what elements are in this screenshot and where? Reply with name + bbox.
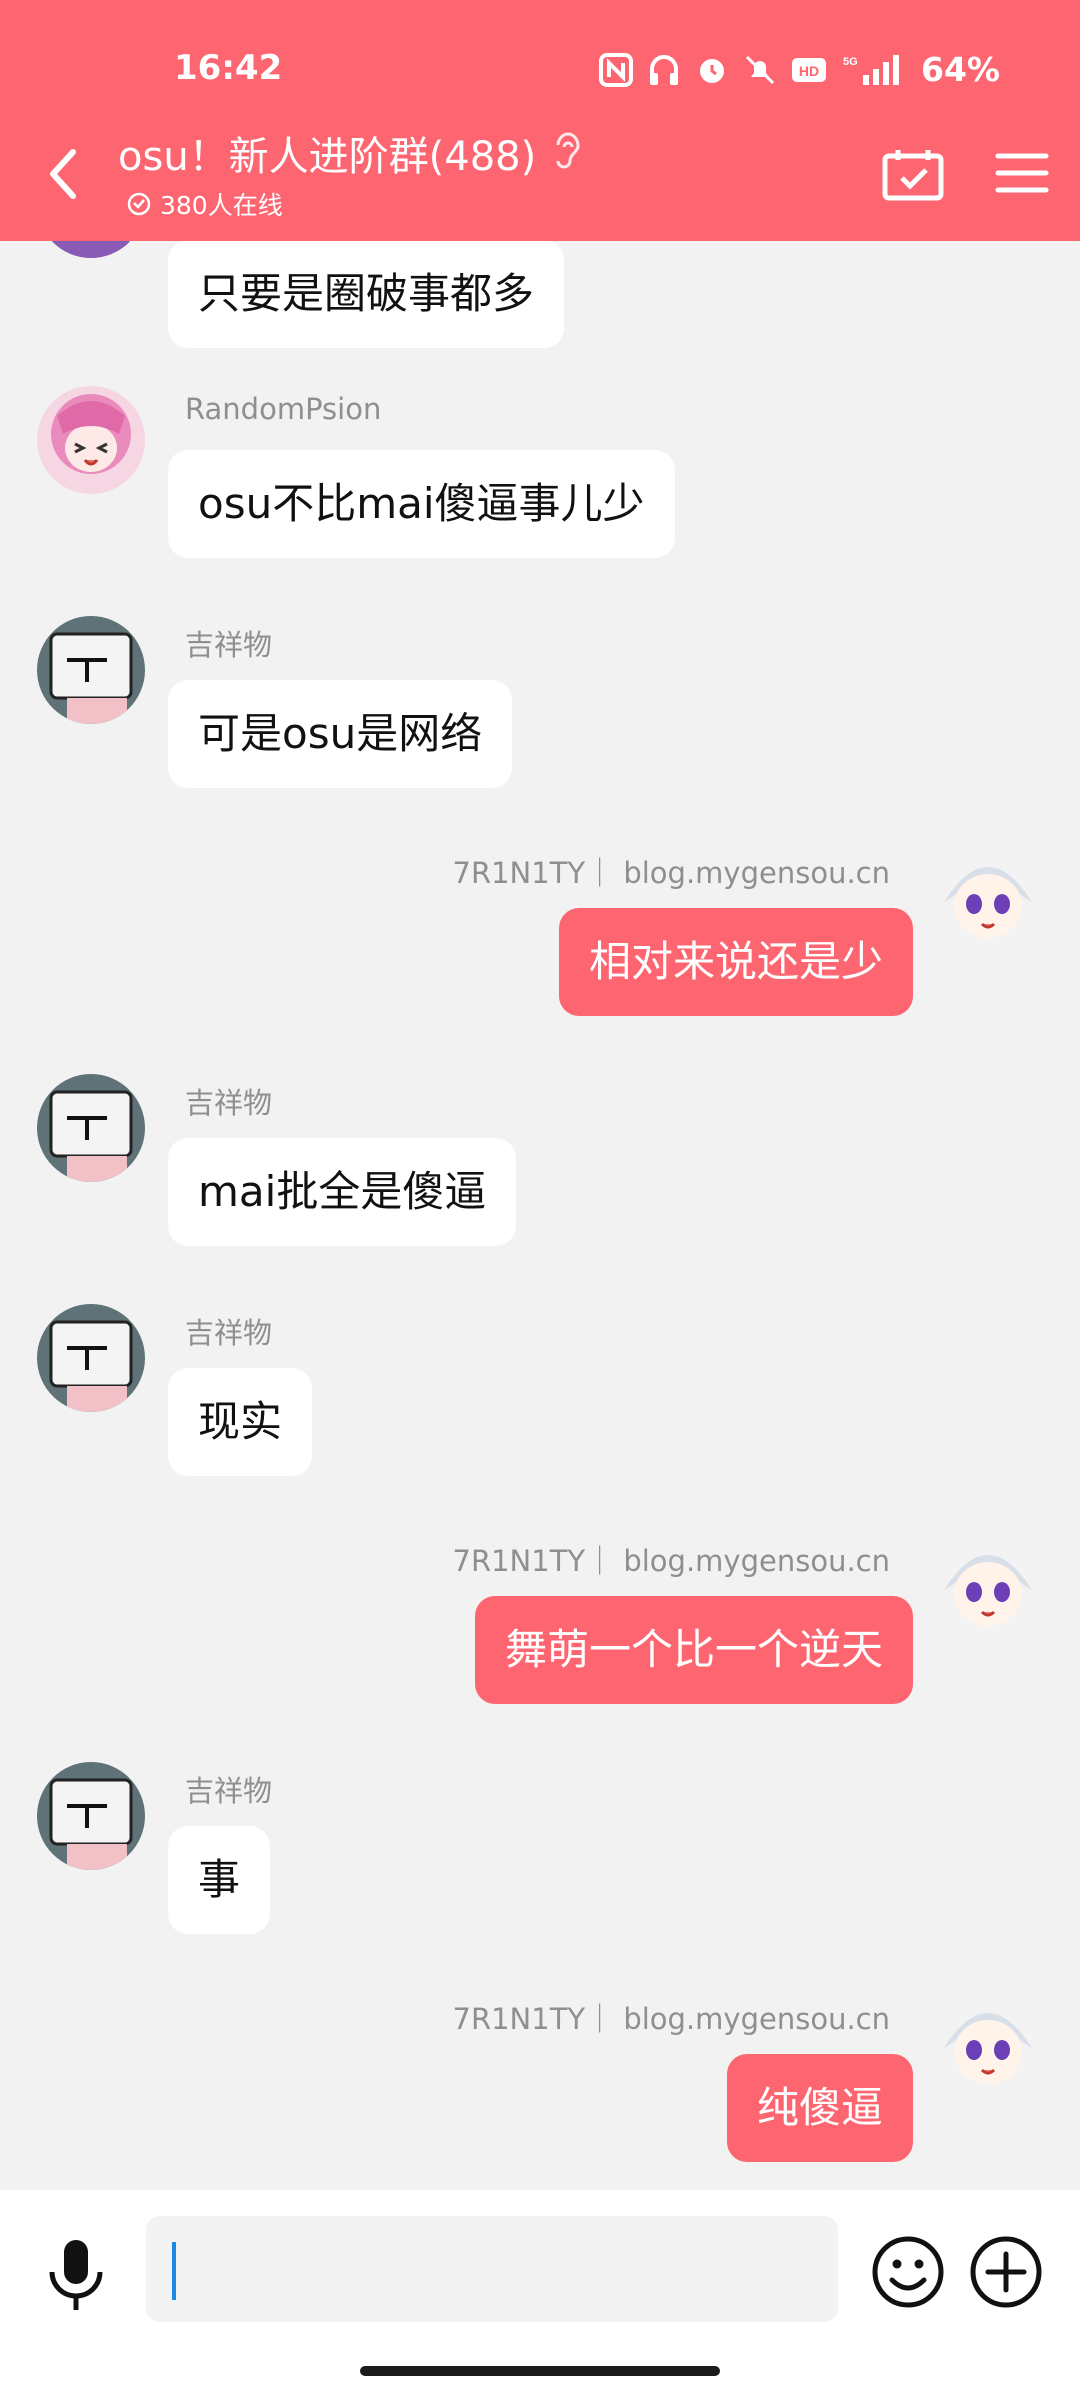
back-button[interactable] (36, 144, 88, 204)
checkin-button[interactable] (880, 146, 946, 202)
chat-screen: 只要是圈破事都多 RandomPsion osu不比mai傻逼事儿少 吉祥物 可… (0, 0, 1080, 2400)
menu-button[interactable] (994, 150, 1050, 196)
5g-signal-icon: 5G (841, 53, 901, 87)
home-indicator[interactable] (360, 2366, 720, 2376)
avatar[interactable] (37, 1762, 145, 1870)
svg-text:HD: HD (799, 63, 819, 79)
message-list[interactable]: 只要是圈破事都多 RandomPsion osu不比mai傻逼事儿少 吉祥物 可… (0, 0, 1080, 2190)
svg-text:5G: 5G (843, 56, 858, 68)
calendar-check-icon (882, 150, 944, 201)
avatar[interactable] (37, 616, 145, 724)
microphone-icon (49, 2240, 103, 2310)
message-bubble[interactable]: 只要是圈破事都多 (168, 240, 565, 348)
nfc-icon (599, 52, 633, 87)
avatar[interactable] (934, 1530, 1042, 1638)
voice-button[interactable] (44, 2236, 108, 2316)
avatar[interactable] (37, 1304, 145, 1412)
battery-level: 64% (921, 50, 1000, 89)
sender-name: 吉祥物 (185, 1086, 273, 1120)
emoji-button[interactable] (870, 2234, 946, 2310)
sender-name: 7R1N1TY｜ blog.mygensou.cn (452, 1544, 891, 1578)
group-title[interactable]: osu！新人进阶群(488) (118, 124, 536, 182)
emoji-icon (872, 2236, 944, 2308)
message-bubble[interactable]: 舞萌一个比一个逆天 (474, 1596, 913, 1704)
hd-icon: HD (791, 55, 827, 85)
sender-name: 吉祥物 (185, 628, 273, 662)
online-count-label: 380人在线 (160, 191, 283, 220)
sender-name: 吉祥物 (185, 1316, 273, 1350)
alarm-icon (695, 53, 729, 87)
plus-icon (970, 2236, 1042, 2308)
message-bubble[interactable]: 事 (168, 1826, 271, 1934)
sender-name: 7R1N1TY｜ blog.mygensou.cn (452, 856, 891, 890)
input-bar (0, 2190, 1080, 2400)
mute-icon (743, 53, 777, 87)
message-bubble[interactable]: 纯傻逼 (726, 2054, 913, 2162)
status-time: 16:42 (174, 48, 283, 88)
avatar[interactable] (934, 842, 1042, 950)
sender-name: 7R1N1TY｜ blog.mygensou.cn (452, 2002, 891, 2036)
sender-name: 吉祥物 (185, 1774, 273, 1808)
message-bubble[interactable]: 相对来说还是少 (558, 908, 913, 1016)
sender-name: RandomPsion (185, 392, 382, 426)
online-status-icon (127, 192, 151, 216)
menu-icon (995, 153, 1049, 193)
ear-icon[interactable] (550, 129, 584, 177)
message-bubble[interactable]: 可是osu是网络 (168, 680, 513, 788)
avatar[interactable] (37, 386, 145, 494)
online-count: 380人在线 (126, 186, 283, 222)
chat-header: 16:42 HD 5G 64% osu！新人进阶群(488) 380人在线 (0, 0, 1080, 241)
more-button[interactable] (968, 2234, 1044, 2310)
message-input[interactable] (146, 2216, 838, 2322)
avatar[interactable] (37, 1074, 145, 1182)
headphones-icon (647, 53, 681, 87)
text-caret (172, 2242, 176, 2300)
message-bubble[interactable]: 现实 (168, 1368, 313, 1476)
back-arrow-icon (50, 149, 76, 199)
title-row[interactable]: osu！新人进阶群(488) (118, 124, 584, 182)
message-bubble[interactable]: mai批全是傻逼 (168, 1138, 517, 1246)
status-icons: HD 5G 64% (599, 50, 1000, 89)
message-bubble[interactable]: osu不比mai傻逼事儿少 (168, 450, 675, 558)
avatar[interactable] (934, 1988, 1042, 2096)
